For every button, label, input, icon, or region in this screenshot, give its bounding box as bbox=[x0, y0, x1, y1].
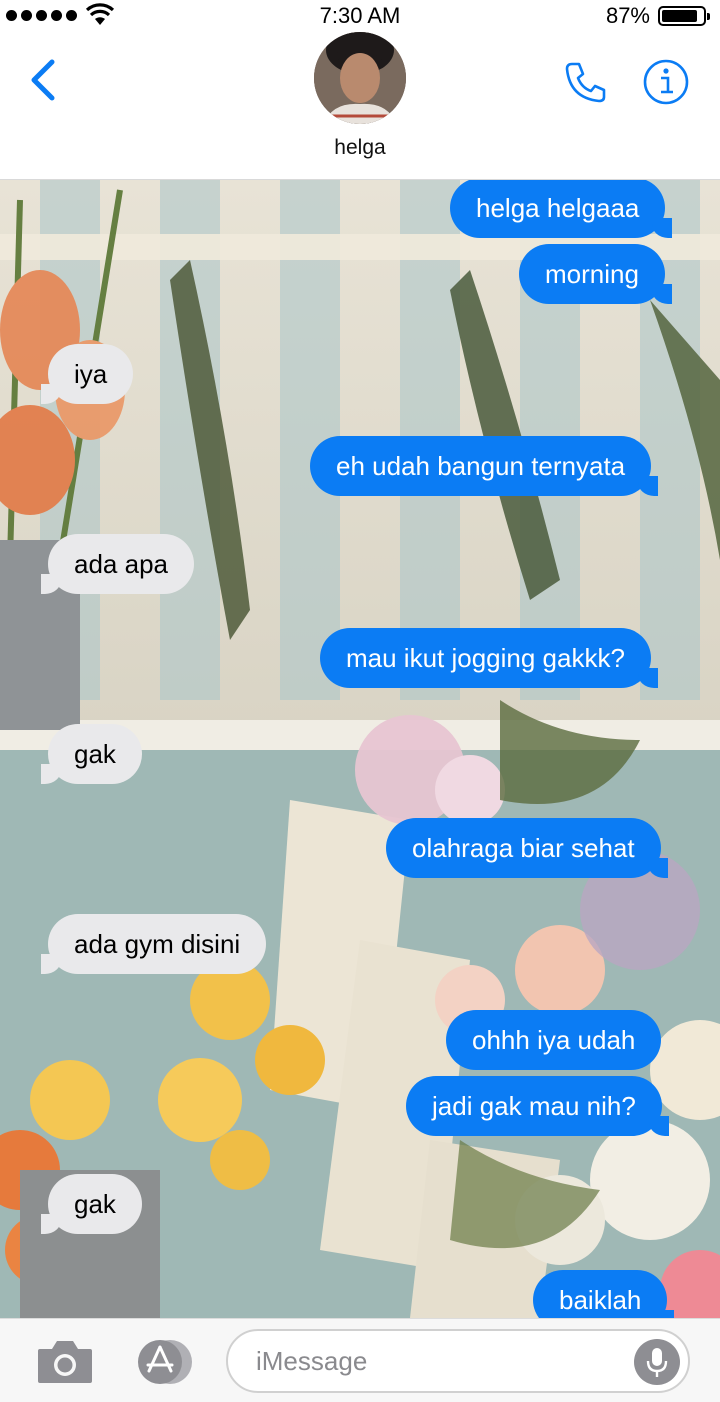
message-incoming[interactable]: gak bbox=[41, 1174, 142, 1234]
back-chevron-icon[interactable] bbox=[22, 54, 66, 106]
message-incoming[interactable]: iya bbox=[40, 344, 134, 404]
message-outgoing[interactable]: mau ikut jogging gakkk? bbox=[320, 628, 658, 688]
battery-percent: 87% bbox=[605, 3, 650, 28]
message-incoming[interactable]: ada gym disini bbox=[40, 914, 267, 974]
message-incoming[interactable]: ada apa bbox=[41, 534, 194, 594]
message-outgoing[interactable]: eh udah bangun ternyata bbox=[310, 436, 659, 496]
message-outgoing[interactable]: morning bbox=[519, 244, 672, 304]
phone-icon[interactable] bbox=[562, 58, 610, 106]
contact-name[interactable]: helga bbox=[0, 136, 720, 160]
conversation-header: helga bbox=[0, 32, 720, 180]
message-outgoing[interactable]: helga helgaaa bbox=[450, 180, 673, 238]
compose-bar: iMessage bbox=[0, 1318, 720, 1402]
status-bar: 7:30 AM 87% bbox=[0, 0, 720, 32]
microphone-icon[interactable] bbox=[634, 1339, 680, 1385]
message-outgoing[interactable]: jadi gak mau nih? bbox=[406, 1076, 669, 1136]
message-outgoing[interactable]: ohhh iya udah bbox=[446, 1010, 662, 1070]
message-outgoing[interactable]: olahraga biar sehat bbox=[386, 818, 668, 878]
message-thread[interactable]: helga helgaaa morning iya eh udah bangun… bbox=[0, 180, 720, 1318]
info-icon[interactable] bbox=[642, 58, 690, 106]
app-store-icon[interactable] bbox=[130, 1339, 196, 1385]
message-input[interactable]: iMessage bbox=[226, 1329, 690, 1393]
message-incoming[interactable]: gak bbox=[41, 724, 142, 784]
message-outgoing[interactable]: baiklah bbox=[533, 1270, 675, 1318]
camera-icon[interactable] bbox=[36, 1337, 94, 1385]
battery-icon bbox=[658, 6, 710, 26]
message-input-placeholder: iMessage bbox=[256, 1346, 368, 1376]
contact-avatar[interactable] bbox=[314, 32, 406, 124]
